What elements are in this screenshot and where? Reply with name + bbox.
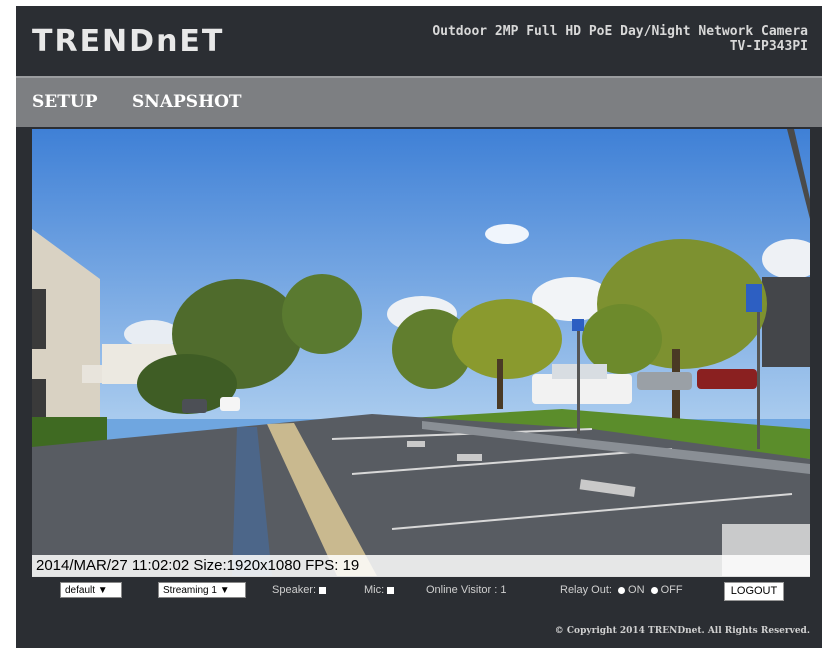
- relay-on-label: ON: [628, 584, 645, 596]
- live-video-view[interactable]: [32, 129, 810, 576]
- online-visitor-count: Online Visitor : 1: [426, 584, 507, 596]
- camera-model-title: Outdoor 2MP Full HD PoE Day/Night Networ…: [432, 24, 808, 54]
- speaker-label: Speaker:: [272, 584, 317, 596]
- nav-setup[interactable]: SETUP: [32, 92, 98, 112]
- logout-button[interactable]: LOGOUT: [724, 582, 784, 601]
- video-controls-bar: default ▼ Streaming 1 ▼ Speaker: Mic: On…: [16, 580, 822, 602]
- relay-on-radio[interactable]: [618, 586, 626, 594]
- main-nav: SETUP SNAPSHOT: [16, 76, 822, 127]
- camera-feed-image: [32, 129, 810, 576]
- camera-web-ui: TRENDnET Outdoor 2MP Full HD PoE Day/Nig…: [16, 6, 822, 648]
- relay-off-label: OFF: [660, 584, 683, 596]
- speaker-checkbox[interactable]: [319, 586, 327, 594]
- relay-out-control: Relay Out: ON OFF: [560, 584, 683, 596]
- mic-checkbox[interactable]: [387, 586, 395, 594]
- mic-control: Mic:: [364, 584, 395, 596]
- mic-label: Mic:: [364, 584, 385, 596]
- nav-snapshot[interactable]: SNAPSHOT: [132, 92, 242, 112]
- relay-off-radio[interactable]: [650, 586, 658, 594]
- profile-select[interactable]: default ▼: [60, 582, 122, 598]
- model-number: TV-IP343PI: [729, 39, 808, 54]
- speaker-control: Speaker:: [272, 584, 327, 596]
- copyright-notice: © Copyright 2014 TRENDnet. All Rights Re…: [554, 626, 810, 636]
- stream-select[interactable]: Streaming 1 ▼: [158, 582, 246, 598]
- video-osd-overlay: 2014/MAR/27 11:02:02 Size:1920x1080 FPS:…: [32, 555, 810, 577]
- relay-out-label: Relay Out:: [560, 584, 612, 596]
- trendnet-logo: TRENDnET: [32, 24, 225, 59]
- model-description: Outdoor 2MP Full HD PoE Day/Night Networ…: [432, 24, 808, 39]
- header: TRENDnET Outdoor 2MP Full HD PoE Day/Nig…: [16, 6, 822, 76]
